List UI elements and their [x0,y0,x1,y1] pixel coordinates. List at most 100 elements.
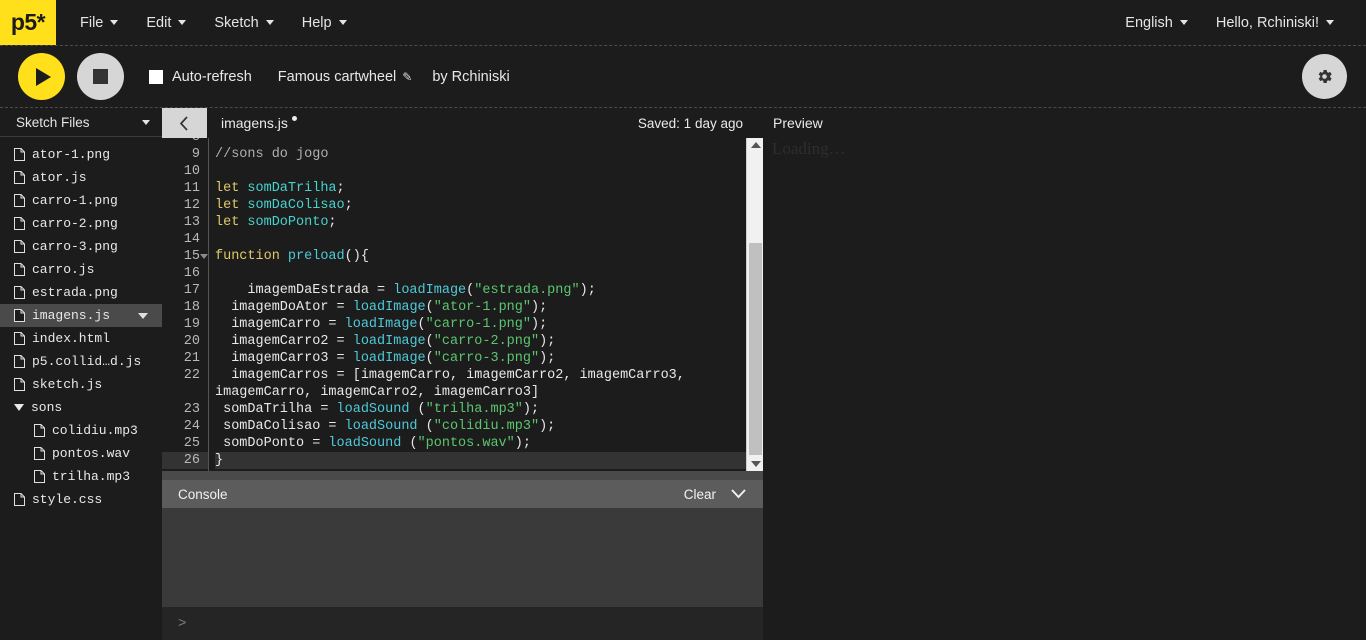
auto-refresh-label: Auto-refresh [172,68,252,85]
line-number-gutter: 89 10 11 12 13 141516 17 18 19 20 21 22 23 24 2526 [162,138,209,471]
file-row[interactable]: sketch.js [0,373,162,396]
chevron-down-icon [1179,20,1188,25]
sketch-name-field[interactable]: Famous cartwheel ✎ [278,69,413,85]
menu-sketch-label: Sketch [214,14,259,31]
code-line[interactable]: imagemCarros = [imagemCarro, imagemCarro… [215,367,763,401]
editor-horizontal-scrollbar[interactable] [162,471,763,480]
p5-logo[interactable]: p5* [0,0,56,45]
file-row[interactable]: carro-3.png [0,235,162,258]
code-line[interactable]: imagemDoAtor = loadImage("ator-1.png"); [215,299,763,316]
main-menu: File Edit Sketch Help [66,0,361,45]
line-number: 21 [183,351,200,366]
run-sketch-button[interactable] [18,53,65,100]
top-navigation-bar: p5* File Edit Sketch Help English Hello,… [0,0,1366,46]
triangle-down-icon[interactable] [14,404,24,411]
code-token: somDaColisao [247,198,345,213]
code-token: loadImage [352,351,426,366]
language-selector[interactable]: English [1111,0,1202,45]
line-number: 23 [183,402,200,417]
code-line[interactable]: imagemDaEstrada = loadImage("estrada.png… [215,282,763,299]
chevron-down-icon[interactable] [142,119,150,125]
code-line[interactable] [215,163,763,180]
menu-file[interactable]: File [66,0,132,45]
file-icon [34,424,45,437]
scrollbar-thumb[interactable] [749,243,762,455]
file-icon [14,493,25,506]
line-number: 24 [183,419,200,434]
file-row[interactable]: style.css [0,488,162,511]
sketch-author[interactable]: by Rchiniski [432,69,509,85]
menu-edit-label: Edit [146,14,172,31]
code-line[interactable]: imagemCarro2 = loadImage("carro-2.png"); [215,333,763,350]
menu-help[interactable]: Help [288,0,361,45]
code-line[interactable]: imagemCarro3 = loadImage("carro-3.png"); [215,350,763,367]
editor-vertical-scrollbar[interactable] [746,138,763,471]
pencil-icon[interactable]: ✎ [402,70,412,84]
code-token: imagemDaEstrada = [215,283,394,298]
file-row[interactable]: ator-1.png [0,143,162,166]
settings-button[interactable] [1302,54,1347,99]
line-number: 9 [191,147,200,162]
code-line[interactable]: somDaTrilha = loadSound ("trilha.mp3"); [215,401,763,418]
code-token: loadImage [344,317,418,332]
code-line[interactable]: } [215,452,763,469]
menu-edit[interactable]: Edit [132,0,200,45]
code-content[interactable]: //sons do jogo let somDaTrilha; let somDa… [209,138,763,471]
preview-iframe[interactable]: Loading… [763,138,1366,624]
file-row[interactable]: index.html [0,327,162,350]
file-row[interactable]: carro-1.png [0,189,162,212]
file-row[interactable]: pontos.wav [0,442,162,465]
file-icon [14,148,25,161]
account-label: Hello, Rchiniski! [1215,14,1319,31]
file-row[interactable]: trilha.mp3 [0,465,162,488]
code-line[interactable]: somDoPonto = loadSound ("pontos.wav"); [215,435,763,452]
menu-help-label: Help [301,14,332,31]
code-token: loadSound [336,402,410,417]
code-token: function [215,249,288,264]
auto-refresh-checkbox[interactable] [149,69,163,84]
file-row[interactable]: carro-2.png [0,212,162,235]
code-line[interactable] [215,231,763,248]
file-name-label: ator.js [32,170,87,185]
folder-row[interactable]: sons [0,396,162,419]
code-token: ; [336,181,345,196]
file-row[interactable]: carro.js [0,258,162,281]
sketch-files-sidebar: Sketch Files ator-1.png ator.js carro-1.pn… [0,108,162,624]
code-line[interactable]: let somDoPonto; [215,214,763,231]
code-token: ( [425,351,434,366]
chevron-down-icon[interactable] [730,488,747,500]
triangle-up-icon[interactable] [751,142,761,148]
file-row[interactable]: p5.collid…d.js [0,350,162,373]
auto-refresh-toggle[interactable]: Auto-refresh [149,69,252,85]
account-menu[interactable]: Hello, Rchiniski! [1202,0,1348,45]
sketch-files-header[interactable]: Sketch Files [0,108,162,137]
code-line[interactable]: function preload(){ [215,248,763,265]
editor-tab-imagens-js[interactable]: imagens.js [207,108,297,138]
code-line[interactable]: imagemCarro = loadImage("carro-1.png"); [215,316,763,333]
code-line[interactable]: let somDaTrilha; [215,180,763,197]
editor-panel: imagens.js Saved: 1 day ago 89 10 11 12 13 14… [162,108,763,640]
code-line[interactable]: //sons do jogo [215,146,763,163]
code-line[interactable] [215,138,763,146]
chevron-down-icon[interactable] [138,312,148,319]
code-token: loadSound [328,436,402,451]
stop-sketch-button[interactable] [77,53,124,100]
file-row[interactable]: ator.js [0,166,162,189]
play-icon [36,67,51,86]
triangle-down-icon[interactable] [751,461,761,467]
console-actions: Clear [684,487,747,502]
language-label: English [1125,14,1173,31]
file-row[interactable]: colidiu.mp3 [0,419,162,442]
code-editor[interactable]: 89 10 11 12 13 141516 17 18 19 20 21 22 23 24 2526 //s… [162,138,763,471]
code-token: ( [417,419,434,434]
code-line[interactable]: let somDaColisao; [215,197,763,214]
file-row[interactable]: estrada.png [0,281,162,304]
file-row[interactable]: imagens.js [0,304,162,327]
code-line[interactable] [215,265,763,282]
console-clear-button[interactable]: Clear [684,487,716,502]
code-line[interactable]: somDaColisao = loadSound ("colidiu.mp3")… [215,418,763,435]
code-token: ( [401,436,418,451]
collapse-sidebar-button[interactable] [162,108,207,138]
menu-sketch[interactable]: Sketch [200,0,287,45]
code-token: ); [539,419,556,434]
